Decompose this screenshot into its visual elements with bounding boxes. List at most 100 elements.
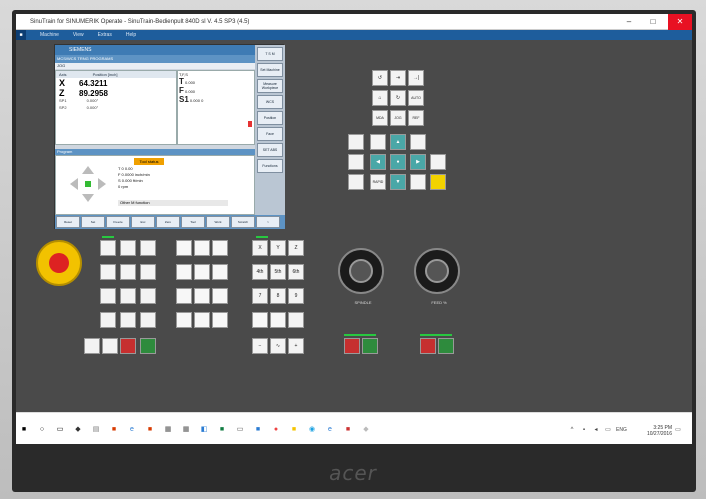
close-button[interactable]: ✕ [668, 14, 692, 30]
minimize-button[interactable]: – [620, 14, 638, 30]
key-rapid[interactable]: RAPID [370, 174, 386, 190]
key-axis-8[interactable]: 8 [270, 288, 286, 304]
key-axis-y[interactable]: Y [270, 240, 286, 256]
key-l-14[interactable] [102, 338, 118, 354]
key-l-13[interactable] [84, 338, 100, 354]
key-cluster-br[interactable] [410, 174, 426, 190]
key-side-3[interactable] [348, 174, 364, 190]
key-axis-6[interactable]: 6th [288, 264, 304, 280]
hsoftkey-5[interactable]: Zero [156, 216, 180, 228]
app-icon-3[interactable]: ▭ [236, 426, 244, 434]
office-icon[interactable]: ■ [110, 426, 118, 434]
key-rapid-center[interactable]: ● [390, 154, 406, 170]
key-side-2[interactable] [348, 154, 364, 170]
key-axis-7[interactable]: 7 [252, 288, 268, 304]
key-l-3[interactable] [140, 240, 156, 256]
volume-icon[interactable]: ◂ [592, 426, 600, 434]
key-blank-2[interactable] [194, 240, 210, 256]
key-arrow-right[interactable]: ▶ [410, 154, 426, 170]
key-l-9[interactable] [140, 288, 156, 304]
softkey-functions[interactable]: Functions [257, 159, 283, 173]
app-icon-7[interactable]: ◆ [362, 426, 370, 434]
menu-machine[interactable]: Machine [40, 32, 59, 38]
hsoftkey-8[interactable]: Scratch [231, 216, 255, 228]
key-blank-1[interactable] [176, 240, 192, 256]
excel-icon[interactable]: ■ [218, 426, 226, 434]
hsoftkey-6[interactable]: Tool [181, 216, 205, 228]
softkey-set-abs[interactable]: SET ABS [257, 143, 283, 157]
key-blank-9[interactable] [212, 288, 228, 304]
hsoftkey-3[interactable]: Freeze [106, 216, 130, 228]
key-cycle-start[interactable] [140, 338, 156, 354]
hsoftkey-more[interactable]: > [256, 216, 280, 228]
key-blank-6[interactable] [212, 264, 228, 280]
key-side-1[interactable] [348, 134, 364, 150]
key-axis-z[interactable]: Z [288, 240, 304, 256]
key-ref[interactable]: REF [408, 110, 424, 126]
key-upper-1[interactable]: ↺ [372, 70, 388, 86]
app-icon-4[interactable]: ■ [290, 426, 298, 434]
windows-icon[interactable]: ■ [16, 30, 26, 40]
notifications-icon[interactable]: ▭ [674, 426, 682, 434]
key-cluster-tr[interactable] [410, 134, 426, 150]
key-l-8[interactable] [120, 288, 136, 304]
key-upper-3[interactable]: →| [408, 70, 424, 86]
key-arrow-up[interactable]: ▲ [390, 134, 406, 150]
hsoftkey-4[interactable]: Exc [131, 216, 155, 228]
key-blank-7[interactable] [176, 288, 192, 304]
key-axis-12[interactable] [288, 312, 304, 328]
key-rapid-wave[interactable]: ∿ [270, 338, 286, 354]
key-upper-4[interactable]: ⌂ [372, 90, 388, 106]
key-upper-5[interactable]: ↻ [390, 90, 406, 106]
key-yellow[interactable] [430, 174, 446, 190]
key-arrow-down[interactable]: ▼ [390, 174, 406, 190]
softkey-position[interactable]: Position [257, 111, 283, 125]
store-icon[interactable]: ◆ [74, 426, 82, 434]
key-feed-stop[interactable] [420, 338, 436, 354]
language-indicator[interactable]: ENG [616, 426, 627, 434]
softkey-wcs[interactable]: WCS [257, 95, 283, 109]
softkey-face[interactable]: Face [257, 127, 283, 141]
search-icon[interactable]: ○ [38, 426, 46, 434]
key-upper-2[interactable]: ⇥ [390, 70, 406, 86]
key-axis-5[interactable]: 5th [270, 264, 286, 280]
key-plus[interactable]: + [288, 338, 304, 354]
key-blank-12[interactable] [212, 312, 228, 328]
network-icon[interactable]: ▪ [580, 426, 588, 434]
tray-up-icon[interactable]: ^ [568, 426, 576, 434]
key-blank-3[interactable] [212, 240, 228, 256]
key-l-10[interactable] [100, 312, 116, 328]
key-l-2[interactable] [120, 240, 136, 256]
softkey-tsm[interactable]: T S M [257, 47, 283, 61]
word-icon[interactable]: ■ [254, 426, 262, 434]
key-l-7[interactable] [100, 288, 116, 304]
feed-override-dial[interactable]: FEED % [414, 248, 460, 305]
menu-extras[interactable]: Extras [98, 32, 112, 38]
key-axis-x[interactable]: X [252, 240, 268, 256]
key-l-1[interactable] [100, 240, 116, 256]
key-blank-10[interactable] [176, 312, 192, 328]
ie-icon[interactable]: e [326, 426, 334, 434]
calculator-icon[interactable]: ▦ [182, 426, 190, 434]
start-icon[interactable]: ■ [20, 426, 28, 434]
key-spindle-stop[interactable] [344, 338, 360, 354]
key-minus[interactable]: − [252, 338, 268, 354]
keyboard-icon[interactable]: ▭ [604, 426, 612, 434]
clock[interactable]: 3:25 PM 10/27/2016 [647, 425, 672, 437]
key-mda[interactable]: MDA [372, 110, 388, 126]
app-icon-2[interactable]: ◧ [200, 426, 208, 434]
app-icon-5[interactable]: ◉ [308, 426, 316, 434]
emergency-stop-button[interactable] [36, 240, 82, 286]
maximize-button[interactable]: □ [644, 14, 662, 30]
powerpoint-icon[interactable]: ■ [146, 426, 154, 434]
folder-icon[interactable]: ▤ [92, 426, 100, 434]
hsoftkey-7[interactable]: Work [206, 216, 230, 228]
key-axis-10[interactable] [252, 312, 268, 328]
key-axis-4[interactable]: 4th [252, 264, 268, 280]
key-auto[interactable]: AUTO [408, 90, 424, 106]
key-l-5[interactable] [120, 264, 136, 280]
chrome-icon[interactable]: ● [272, 426, 280, 434]
key-axis-9[interactable]: 9 [288, 288, 304, 304]
spindle-override-dial[interactable]: SPINDLE [338, 248, 384, 305]
key-blank-8[interactable] [194, 288, 210, 304]
